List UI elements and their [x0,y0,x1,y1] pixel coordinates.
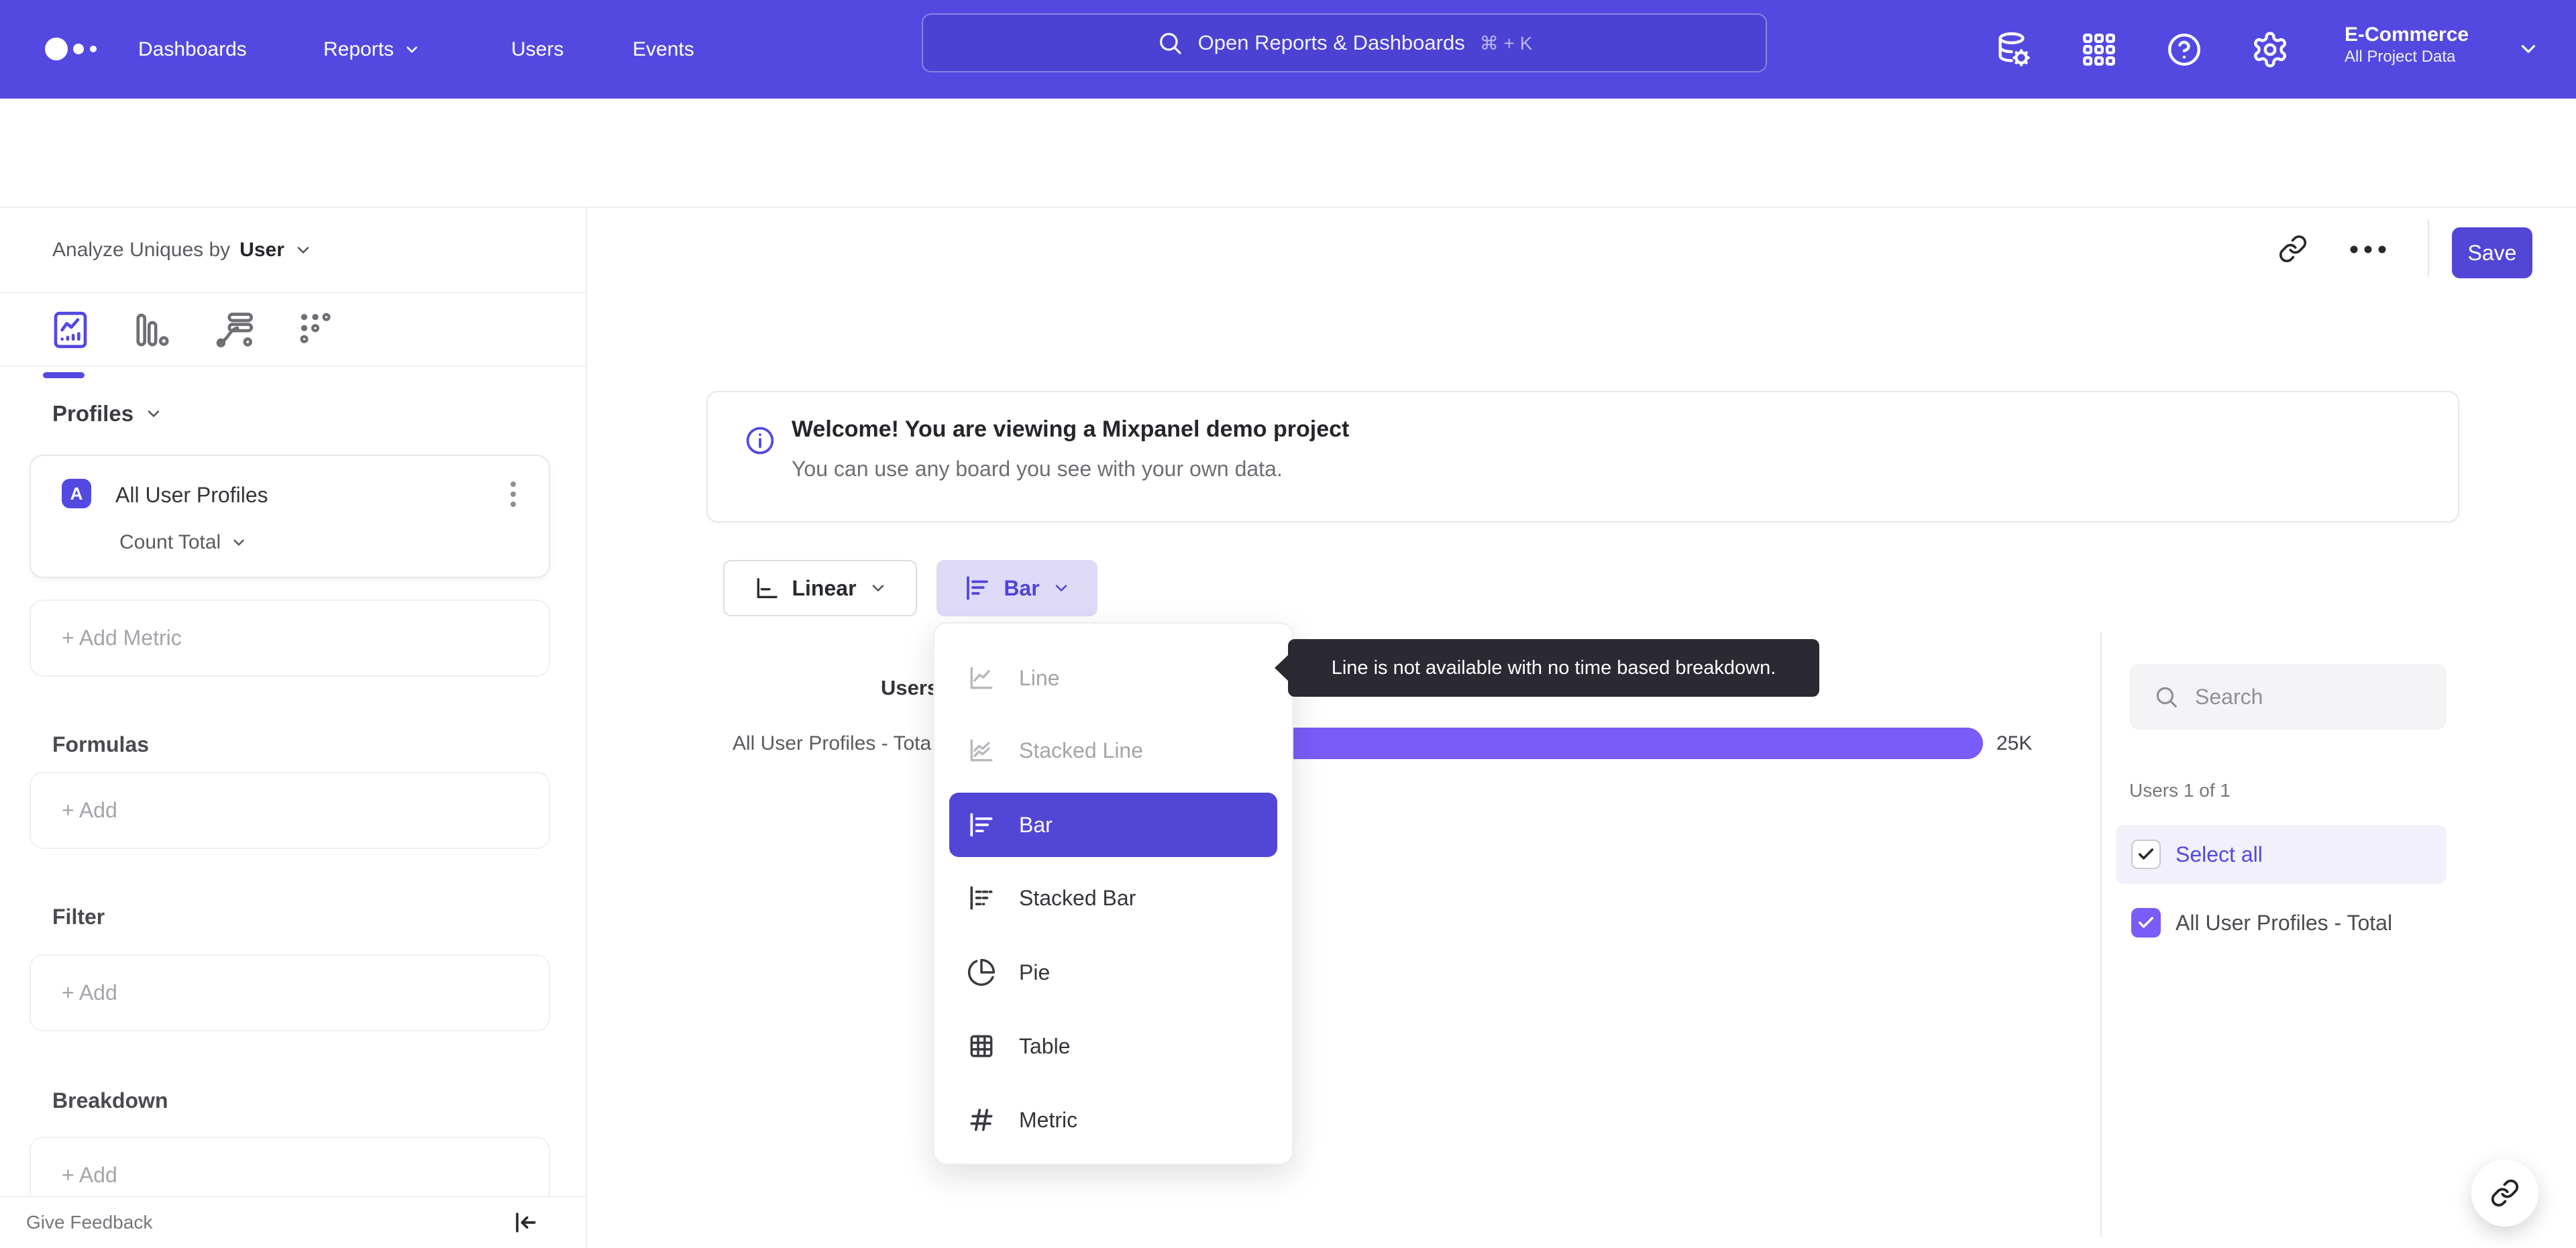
top-nav: Dashboards Reports Users Events Open Rep… [0,0,2576,99]
select-all-label: Select all [2176,842,2263,866]
chart-row-label: All User Profiles - Total [733,732,932,754]
metric-badge: A [62,479,91,508]
help-icon[interactable] [2165,30,2204,69]
menu-item-bar[interactable]: Bar [949,793,1277,857]
legend-divider [2100,632,2102,1237]
sidebar-footer: Give Feedback [0,1196,586,1248]
scale-selector-button[interactable]: Linear [723,560,917,616]
chart-bar-value: 25K [1996,732,2033,754]
active-tab-underline [43,372,85,378]
analyze-by-prefix: Analyze Uniques by [52,238,231,261]
legend-search-input[interactable]: Search [2129,664,2447,730]
tab-insights[interactable] [43,308,93,378]
tooltip-arrow [1275,654,1289,682]
search-placeholder: Open Reports & Dashboards [1197,31,1465,54]
save-button[interactable]: Save [2452,227,2532,278]
project-name: E-Commerce [2345,23,2469,46]
menu-item-metric[interactable]: Metric [949,1088,1277,1152]
tab-flows[interactable] [213,308,257,352]
metric-aggregation[interactable]: Count Total [119,531,248,554]
report-header: Untitled + Add description... Save [0,99,2576,278]
line-disabled-tooltip: Line is not available with no time based… [1275,639,1819,697]
add-metric-button[interactable]: + Add Metric [30,600,550,677]
project-scope: All Project Data [2345,48,2456,66]
info-icon [744,424,776,457]
nav-reports[interactable]: Reports [323,0,421,99]
profiles-section-header[interactable]: Profiles [52,398,163,430]
search-shortcut: ⌘ + K [1479,32,1533,54]
project-switcher[interactable]: E-Commerce All Project Data [2345,23,2469,67]
banner-subtitle: You can use any board you see with your … [792,457,1283,481]
add-formula-button[interactable]: + Add [30,772,550,849]
select-all-checkbox[interactable] [2131,840,2161,869]
nav-dashboards[interactable]: Dashboards [138,0,247,99]
legend-item-label: All User Profiles - Total [2176,910,2393,935]
header-divider [2428,219,2429,277]
report-type-tabs [0,293,586,378]
metric-hash-icon [967,1105,996,1135]
legend-item-checkbox[interactable] [2131,908,2161,938]
data-management-icon[interactable] [1994,30,2033,69]
bar-chart-icon [967,810,996,840]
chart-type-menu: Line Stacked Line Bar Stacked Bar Pie Ta… [933,622,1293,1165]
more-menu-icon[interactable] [2349,245,2387,254]
demo-banner: Welcome! You are viewing a Mixpanel demo… [706,391,2459,522]
stacked-bar-chart-icon [967,883,996,913]
analyze-by-row: Analyze Uniques by User [0,208,586,293]
filter-heading: Filter [52,905,105,929]
global-search[interactable]: Open Reports & Dashboards ⌘ + K [922,13,1767,72]
metric-card[interactable]: A All User Profiles Count Total [30,455,550,578]
pie-chart-icon [967,958,996,987]
query-builder-sidebar: Analyze Uniques by User Profiles A All U… [0,208,587,1248]
metric-kebab-icon[interactable] [508,479,518,510]
line-chart-icon [967,663,996,693]
nav-users[interactable]: Users [511,0,564,99]
axis-icon [753,575,780,602]
mixpanel-insights-page: Dashboards Reports Users Events Open Rep… [0,0,2576,1248]
chart-type-button[interactable]: Bar [936,560,1097,616]
menu-item-line[interactable]: Line [949,646,1277,710]
metric-name[interactable]: All User Profiles [115,483,268,508]
copy-link-icon[interactable] [2278,234,2308,264]
menu-item-table[interactable]: Table [949,1014,1277,1078]
stacked-line-chart-icon [967,736,996,765]
floating-link-button[interactable] [2471,1159,2538,1227]
select-all-row[interactable]: Select all [2116,825,2447,884]
legend-count: Users 1 of 1 [2129,780,2231,801]
menu-item-pie[interactable]: Pie [949,940,1277,1005]
chart-col-users: Users [881,676,939,699]
tab-funnels[interactable] [129,308,173,352]
settings-gear-icon[interactable] [2251,30,2290,69]
tab-retention[interactable] [293,308,337,352]
breakdown-heading: Breakdown [52,1088,168,1113]
banner-title: Welcome! You are viewing a Mixpanel demo… [792,416,1350,442]
legend-item-row[interactable]: All User Profiles - Total [2116,893,2447,952]
search-icon [1157,30,1183,56]
apps-grid-icon[interactable] [2080,30,2118,69]
table-icon [967,1031,996,1061]
chevron-down-icon [403,41,421,58]
analyze-by-value[interactable]: User [239,239,284,262]
collapse-sidebar-icon[interactable] [510,1208,539,1237]
bar-chart-icon [963,574,991,602]
menu-item-stacked-bar[interactable]: Stacked Bar [949,866,1277,930]
link-icon [2491,1179,2519,1207]
give-feedback-link[interactable]: Give Feedback [26,1212,152,1233]
nav-events[interactable]: Events [633,0,694,99]
chevron-down-icon[interactable] [294,241,313,260]
mixpanel-logo[interactable] [43,34,107,64]
formulas-heading: Formulas [52,732,150,756]
search-icon [2153,684,2179,710]
project-chevron-down-icon[interactable] [2517,38,2540,60]
menu-item-stacked-line[interactable]: Stacked Line [949,718,1277,783]
add-filter-button[interactable]: + Add [30,954,550,1031]
